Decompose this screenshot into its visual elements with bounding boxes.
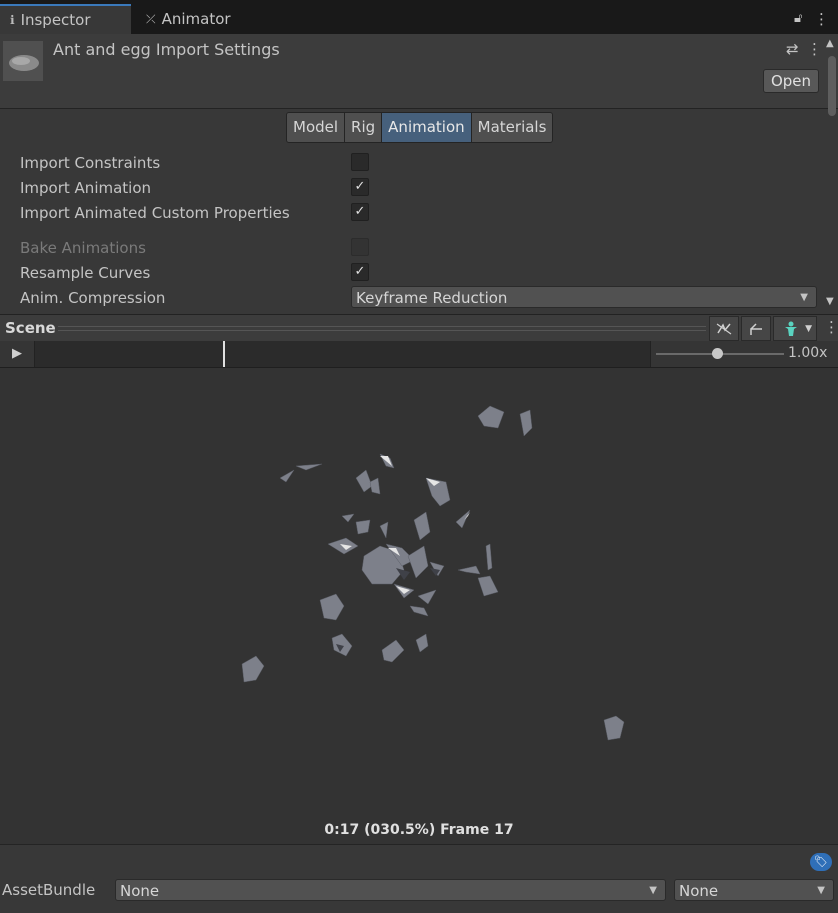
dropdown-arrow-icon: ▼ [649,885,657,896]
import-constraints-label: Import Constraints [20,154,161,172]
frame-readout: 0:17 (030.5%) Frame 17 [324,822,514,838]
speed-slider-knob[interactable] [712,348,723,359]
drag-handle-line[interactable] [58,330,706,331]
assetbundle-variant-value: None [679,882,719,900]
tab-model[interactable]: Model [287,113,346,142]
import-animated-custom-properties-label: Import Animated Custom Properties [20,204,290,222]
drag-handle-line[interactable] [58,326,706,327]
more-options-icon[interactable]: ⋮ [814,10,829,28]
kebab-menu-icon[interactable]: ⋮ [807,40,822,58]
import-animation-checkbox[interactable]: ✓ [351,178,369,196]
tab-animation[interactable]: Animation [382,113,472,142]
anim-compression-label: Anim. Compression [20,289,166,307]
assetbundle-label: AssetBundle [2,881,96,899]
scene-menu-icon[interactable]: ⋮ [824,318,838,336]
scroll-down-icon[interactable]: ▼ [826,296,834,307]
import-animated-custom-properties-checkbox[interactable]: ✓ [351,203,369,221]
import-tabs: Model Rig Animation Materials [286,112,554,143]
dropdown-arrow-icon: ▼ [800,292,808,303]
resample-curves-label: Resample Curves [20,264,151,282]
assetbundle-name-value: None [120,882,160,900]
tag-icon[interactable]: 🏷︎ [810,853,832,871]
resample-curves-checkbox[interactable]: ✓ [351,263,369,281]
preview-viewport[interactable] [0,368,838,844]
axis-gizmo-icon[interactable] [741,316,771,341]
import-constraints-checkbox[interactable] [351,153,369,171]
tab-inspector-label: Inspector [20,11,91,29]
pivot-toggle-icon[interactable] [709,316,739,341]
dropdown-arrow-icon: ▼ [805,324,812,334]
presets-icon[interactable]: ⇄ [786,40,799,58]
dropdown-arrow-icon: ▼ [817,885,825,896]
avatar-preview-icon[interactable]: ▼ [773,316,817,341]
page-title: Ant and egg Import Settings [53,40,280,59]
timeline-playhead[interactable] [223,341,225,367]
open-button[interactable]: Open [763,69,819,93]
bake-animations-label: Bake Animations [20,239,146,257]
scrollbar-thumb[interactable] [828,56,836,116]
anim-compression-dropdown[interactable]: Keyframe Reduction ▼ [351,286,817,308]
tab-animator-label: Animator [161,10,231,28]
info-icon: ℹ [10,13,15,27]
scene-title: Scene [5,319,56,337]
tab-animator[interactable]: ⤫ Animator [136,4,266,34]
play-button[interactable]: ▶ [0,341,35,367]
assetbundle-variant-dropdown[interactable]: None ▼ [674,879,834,901]
tab-materials[interactable]: Materials [471,113,553,142]
lock-icon[interactable]: 🔓︎ [794,11,802,26]
import-animation-label: Import Animation [20,179,152,197]
bake-animations-checkbox [351,238,369,256]
model-thumbnail [3,41,43,81]
scroll-up-icon[interactable]: ▲ [826,38,834,49]
assetbundle-name-dropdown[interactable]: None ▼ [115,879,666,901]
speed-value: 1.00x [788,345,828,361]
animator-icon: ⤫ [146,11,156,26]
tab-rig[interactable]: Rig [345,113,383,142]
exploding-shards-preview [241,405,625,741]
tab-inspector[interactable]: ℹ Inspector [0,4,131,34]
anim-compression-value: Keyframe Reduction [356,289,508,307]
